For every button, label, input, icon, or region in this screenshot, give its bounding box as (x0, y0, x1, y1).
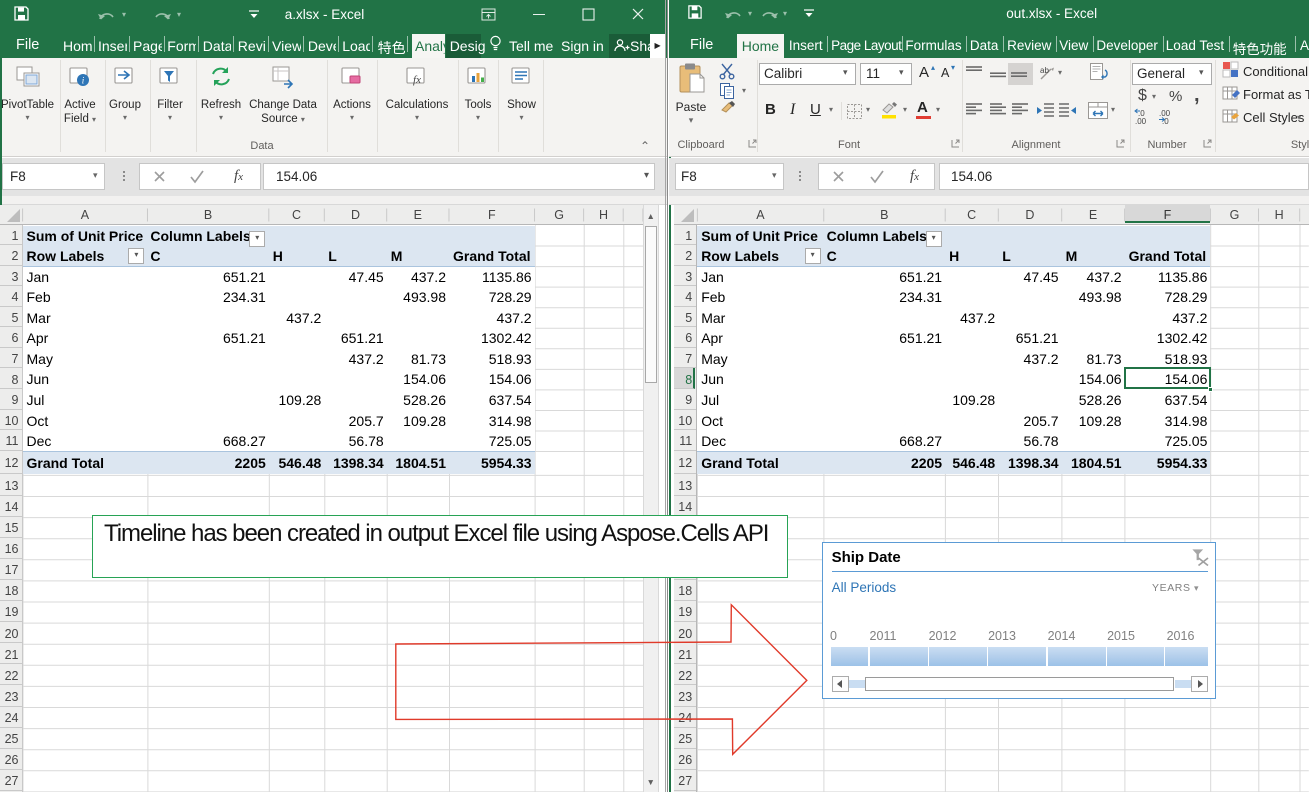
svg-text:fx: fx (413, 74, 421, 86)
svg-text:.00: .00 (1135, 117, 1147, 125)
svg-text:ab: ab (1040, 66, 1049, 75)
